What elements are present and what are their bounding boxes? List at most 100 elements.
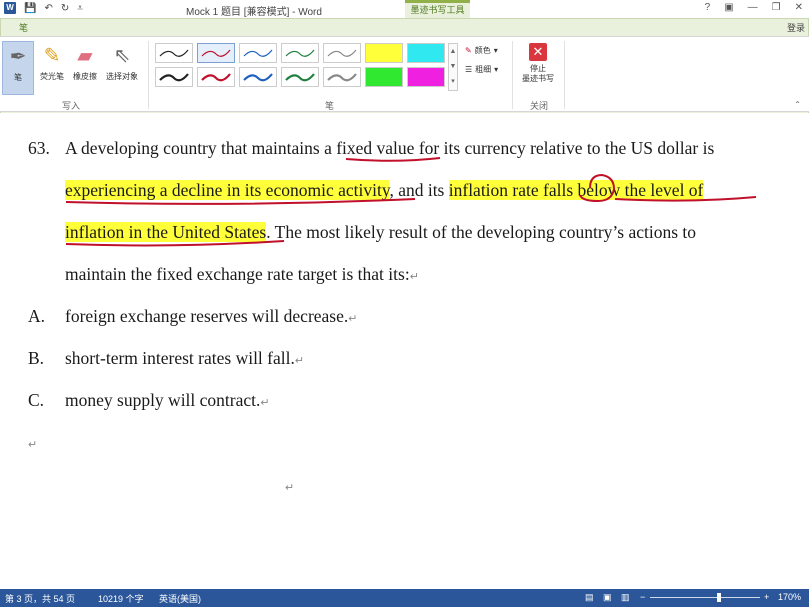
undo-icon[interactable]: ↶	[44, 3, 52, 14]
option-a-letter: A.	[28, 306, 46, 326]
chevron-down-icon: ▾	[494, 65, 499, 74]
paragraph-mark-icon: ↵	[348, 313, 358, 325]
help-button[interactable]: ?	[705, 2, 711, 13]
eraser-icon: ▰	[77, 45, 93, 67]
question-line-4: maintain the fixed exchange rate target …	[65, 264, 419, 285]
tab-home[interactable]: 开始	[48, 18, 88, 36]
quick-access-toolbar: W 💾 ↶ ↻ ⩡	[4, 2, 83, 14]
option-b-text: short-term interest rates will fall.	[65, 348, 295, 368]
pen-style-green-thick[interactable]	[281, 67, 319, 87]
question-text: maintain the fixed exchange rate target …	[65, 264, 410, 284]
web-layout-icon[interactable]: ▥	[621, 592, 630, 603]
status-bar: 第 3 页，共 54 页 10219 个字 英语(美国) ▤ ▣ ▥ − + 1…	[0, 589, 809, 607]
tab-insert[interactable]: 插入	[88, 18, 128, 36]
stop-inking-label-1: 停止	[530, 64, 546, 73]
pen-style-black-thick[interactable]	[155, 67, 193, 87]
pen-weight-label: 粗细	[475, 65, 492, 74]
group-label-close: 关闭	[530, 101, 549, 111]
zoom-out-icon[interactable]: −	[640, 592, 645, 602]
select-objects-button[interactable]: ⇖ 选择对象	[102, 41, 142, 95]
pen-style-blue-thin[interactable]	[239, 43, 277, 63]
tab-layout[interactable]: 页面布局	[168, 18, 226, 36]
tab-view[interactable]: 视图	[346, 18, 386, 36]
save-icon[interactable]: 💾	[24, 3, 36, 14]
pen-icon: ✒	[9, 46, 27, 68]
tab-review[interactable]: 审阅	[306, 18, 346, 36]
pen-style-green-thin[interactable]	[281, 43, 319, 63]
option-c[interactable]: money supply will contract.↵	[65, 390, 270, 411]
close-button[interactable]: ✕	[795, 2, 803, 13]
stop-inking-label-2: 墨迹书写	[522, 74, 554, 83]
tab-file[interactable]: 文件	[0, 18, 43, 36]
pen-weight-dropdown[interactable]: ☰ 粗细 ▾	[465, 64, 498, 75]
pen-style-red-thick[interactable]	[197, 67, 235, 87]
pen-style-gray-thin[interactable]	[323, 43, 361, 63]
highlighted-economic-activity: experiencing a decline in its economic a…	[65, 180, 390, 200]
print-layout-icon[interactable]: ▣	[603, 592, 612, 603]
ink-tools-context-label: 墨迹书写工具	[405, 0, 470, 18]
question-text: for its currency relative to the US doll…	[418, 138, 715, 158]
title-bar: W 💾 ↶ ↻ ⩡ Mock 1 题目 [兼容模式] - Word 墨迹书写工具…	[0, 0, 809, 18]
language[interactable]: 英语(美国)	[159, 592, 201, 605]
question-text: . The most likely result of the developi…	[266, 222, 697, 242]
group-label-write: 写入	[62, 101, 81, 111]
tab-design[interactable]: 设计	[128, 18, 168, 36]
highlighter-style-green[interactable]	[365, 67, 403, 87]
paragraph-mark-icon: ↵	[28, 439, 38, 451]
select-objects-label: 选择对象	[106, 72, 138, 81]
ribbon-divider	[564, 41, 565, 109]
tab-references[interactable]: 引用	[226, 18, 266, 36]
word-logo-icon: W	[4, 2, 16, 14]
highlighter-icon: ✎	[43, 45, 61, 67]
highlighter-tool-label: 荧光笔	[40, 72, 64, 81]
option-c-text: money supply will contract.	[65, 390, 261, 410]
highlighter-style-cyan[interactable]	[407, 43, 445, 63]
eraser-tool-button[interactable]: ▰ 橡皮擦	[70, 41, 100, 95]
option-c-letter: C.	[28, 390, 45, 410]
sign-in-link[interactable]: 登录	[787, 21, 805, 34]
pen-gallery	[155, 43, 455, 91]
word-count[interactable]: 10219 个字	[98, 592, 144, 605]
option-a[interactable]: foreign exchange reserves will decrease.…	[65, 306, 357, 327]
zoom-level[interactable]: 170%	[778, 592, 801, 602]
question-text: A developing country that maintains	[65, 138, 325, 158]
paragraph-mark-icon: ↵	[260, 397, 270, 409]
highlighter-style-yellow[interactable]	[365, 43, 403, 63]
option-b[interactable]: short-term interest rates will fall.↵	[65, 348, 304, 369]
pen-style-gray-thick[interactable]	[323, 67, 361, 87]
read-mode-icon[interactable]: ▤	[585, 592, 594, 603]
pen-style-blue-thick[interactable]	[239, 67, 277, 87]
ribbon-display-icon[interactable]: ▣	[724, 2, 733, 13]
tab-mailings[interactable]: 邮件	[266, 18, 306, 36]
highlighter-style-magenta[interactable]	[407, 67, 445, 87]
restore-button[interactable]: ❐	[772, 2, 781, 13]
pen-gallery-scroll[interactable]: ▲ ▼ ▾	[448, 43, 458, 91]
paragraph-mark-icon: ↵	[409, 271, 419, 283]
redo-icon[interactable]: ↻	[61, 3, 69, 14]
cursor-arrow-icon: ⇖	[113, 45, 131, 67]
customize-qat-icon[interactable]: ⩡	[77, 3, 83, 14]
question-line-1: A developing country that maintains a fi…	[65, 138, 714, 159]
zoom-slider-knob[interactable]	[717, 593, 721, 602]
zoom-slider-track[interactable]	[650, 597, 760, 598]
question-line-3: inflation in the United States. The most…	[65, 222, 696, 243]
collapse-ribbon-icon[interactable]: ⌃	[794, 100, 801, 109]
pen-tool-button[interactable]: ✒ 笔	[2, 41, 34, 95]
document-page[interactable]: 63. A developing country that maintains …	[0, 113, 809, 589]
window-controls: ? ▣ — ❐ ✕	[705, 2, 803, 13]
minimize-button[interactable]: —	[748, 2, 758, 13]
highlighter-tool-button[interactable]: ✎ 荧光笔	[36, 41, 68, 95]
ribbon-divider	[148, 41, 149, 109]
pen-style-black-thin[interactable]	[155, 43, 193, 63]
pen-color-dropdown[interactable]: ✎ 颜色 ▾	[465, 45, 498, 56]
zoom-in-icon[interactable]: +	[764, 592, 769, 602]
option-a-text: foreign exchange reserves will decrease.	[65, 306, 349, 326]
pen-tool-label: 笔	[14, 73, 22, 82]
page-count[interactable]: 第 3 页，共 54 页	[5, 592, 75, 605]
line-weight-icon: ☰	[465, 65, 473, 74]
highlighted-inflation-rate: inflation rate falls below the level of	[448, 180, 704, 200]
ribbon: ✒ 笔 ✎ 荧光笔 ▰ 橡皮擦 ⇖ 选择对象 写入 ▲▼▾ ✎ 颜色 ▾ ☰	[0, 36, 809, 112]
pen-style-red-thin[interactable]	[197, 43, 235, 63]
stop-inking-button[interactable]: ✕ 停止 墨迹书写	[517, 43, 559, 84]
question-number: 63.	[28, 138, 50, 158]
